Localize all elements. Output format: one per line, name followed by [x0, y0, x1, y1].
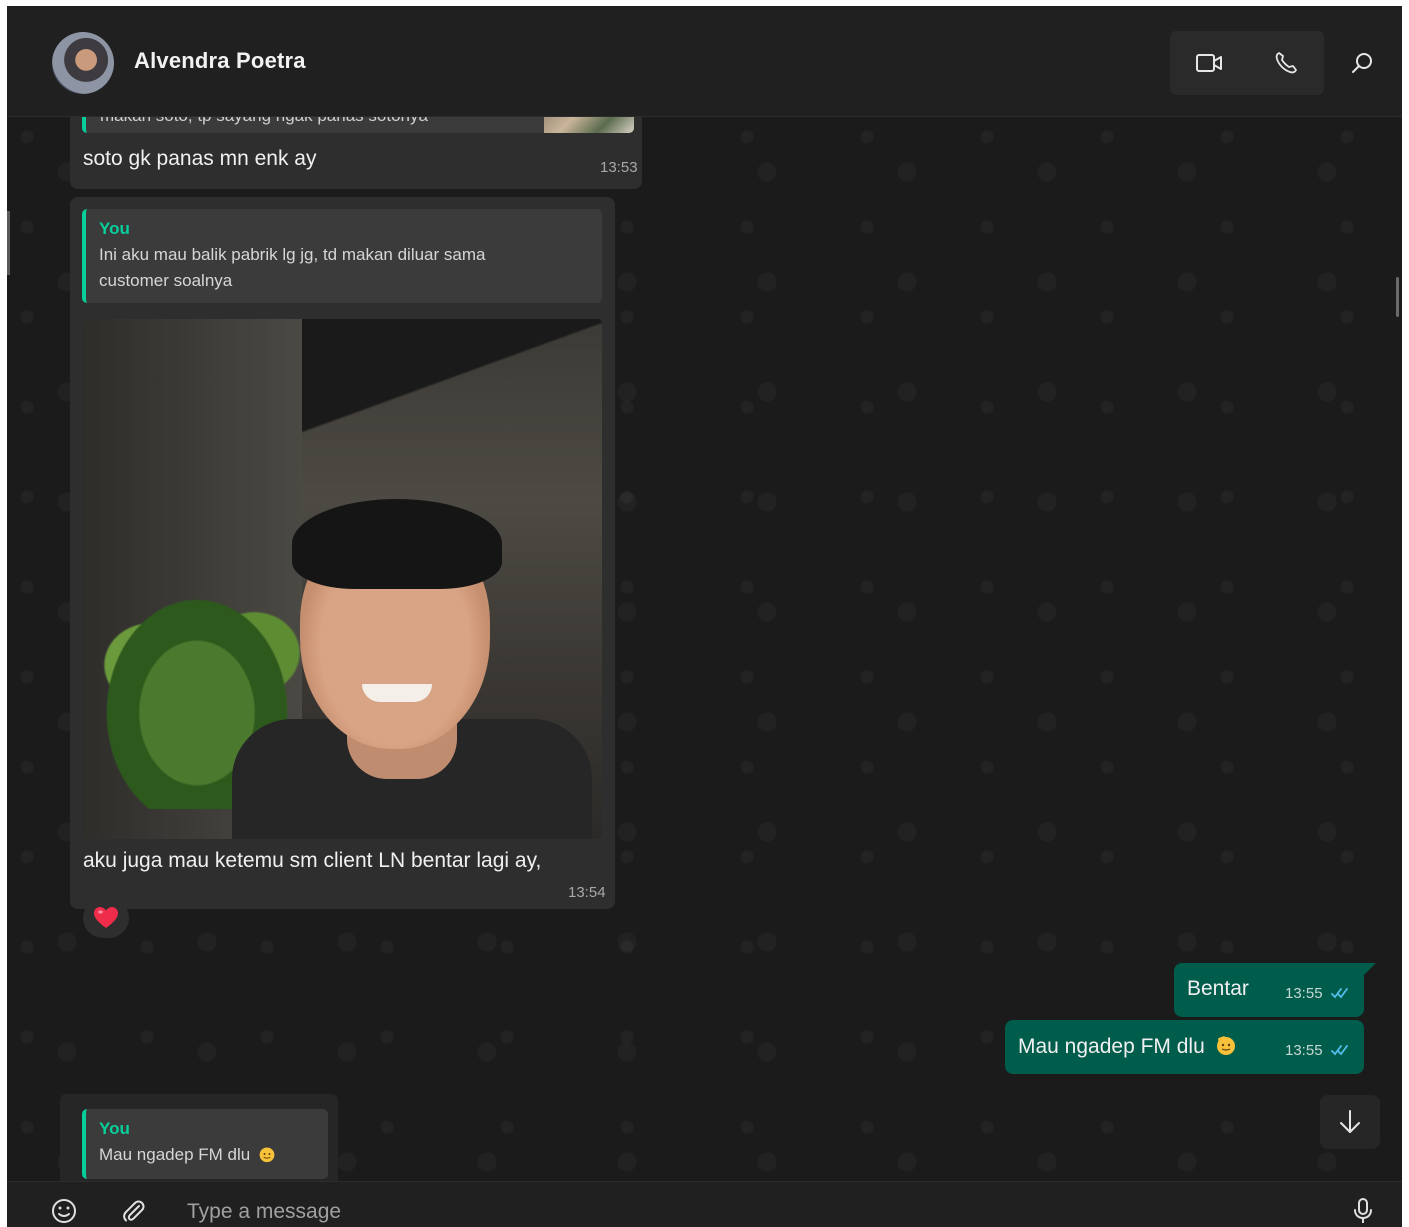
chat-header: Alvendra Poetra — [7, 6, 1402, 117]
emoji-salute-icon — [1216, 1036, 1235, 1055]
reply-author: You — [99, 1119, 130, 1138]
voice-call-icon — [1275, 52, 1297, 74]
quoted-text: makan soto, tp sayang ngak panas sotonya — [100, 117, 428, 126]
message-text: Bentar — [1187, 977, 1249, 1000]
arrow-down-icon — [1340, 1110, 1360, 1133]
chat-window: Alvendra Poetra soto gk panas mn enk ay … — [7, 6, 1402, 1227]
quoted-author: You — [99, 219, 130, 238]
reply-text: Mau ngadep FM dlu — [99, 1142, 276, 1168]
message-time: 13:53 — [600, 159, 638, 176]
video-call-icon — [1195, 54, 1222, 72]
message-time: 13:54 — [568, 884, 606, 901]
heart-icon — [94, 907, 118, 928]
message-bubble-incoming[interactable]: makan soto, tp sayang ngak panas sotonya… — [70, 117, 642, 189]
emoji-button[interactable] — [49, 1196, 79, 1226]
reply-text-content: Mau ngadep FM dlu — [99, 1145, 251, 1164]
microphone-icon — [1354, 1198, 1372, 1223]
photo-person-hair — [292, 499, 502, 589]
message-text: Mau ngadep FM dlu — [1018, 1034, 1237, 1059]
message-list[interactable]: makan soto, tp sayang ngak panas sotonya… — [7, 117, 1402, 1181]
bubble-tail — [1364, 963, 1376, 975]
voice-message-button[interactable] — [1348, 1196, 1378, 1226]
quoted-thumbnail — [544, 117, 634, 133]
attach-button[interactable] — [118, 1196, 148, 1226]
message-bubble-outgoing[interactable]: Bentar 13:55 — [1174, 963, 1364, 1017]
message-reaction[interactable] — [83, 898, 129, 938]
quoted-text-line: Ini aku mau balik pabrik lg jg, td makan… — [99, 245, 486, 264]
voice-call-button[interactable] — [1247, 31, 1324, 95]
photo-ceiling — [302, 319, 602, 489]
attach-icon — [123, 1200, 145, 1222]
scrollbar-thumb[interactable] — [1396, 277, 1399, 317]
window-resize-handle[interactable] — [7, 211, 10, 275]
reply-preview-panel: You Mau ngadep FM dlu — [60, 1094, 338, 1181]
emoji-icon — [52, 1199, 76, 1223]
message-text-content: Mau ngadep FM dlu — [1018, 1035, 1205, 1058]
video-call-button[interactable] — [1170, 31, 1247, 95]
photo-person-smile — [362, 684, 432, 702]
message-composer — [7, 1181, 1402, 1227]
message-time: 13:55 — [1285, 1042, 1323, 1059]
message-input[interactable] — [187, 1200, 1287, 1224]
message-bubble-incoming[interactable]: You Ini aku mau balik pabrik lg jg, td m… — [70, 197, 615, 909]
contact-avatar[interactable] — [52, 32, 114, 94]
search-button[interactable] — [1337, 31, 1387, 95]
message-text: soto gk panas mn enk ay — [83, 147, 317, 170]
read-receipt-icon — [1331, 988, 1348, 999]
message-time: 13:55 — [1285, 985, 1323, 1002]
message-bubble-outgoing[interactable]: Mau ngadep FM dlu 13:55 — [1005, 1020, 1364, 1074]
quoted-text-line: customer soalnya — [99, 271, 233, 290]
photo-attachment[interactable] — [82, 319, 602, 839]
quoted-text: Ini aku mau balik pabrik lg jg, td makan… — [99, 242, 485, 294]
scroll-to-bottom-button[interactable] — [1320, 1095, 1380, 1149]
read-receipt-icon — [1331, 1045, 1348, 1056]
quoted-message[interactable]: makan soto, tp sayang ngak panas sotonya — [82, 117, 634, 133]
quoted-message[interactable]: You Ini aku mau balik pabrik lg jg, td m… — [82, 209, 602, 303]
reply-preview[interactable]: You Mau ngadep FM dlu — [82, 1109, 328, 1179]
emoji-salute-icon — [259, 1147, 275, 1163]
contact-name[interactable]: Alvendra Poetra — [134, 48, 306, 74]
search-icon — [1352, 53, 1372, 73]
call-button-group — [1170, 31, 1324, 95]
message-caption: aku juga mau ketemu sm client LN bentar … — [83, 849, 542, 872]
